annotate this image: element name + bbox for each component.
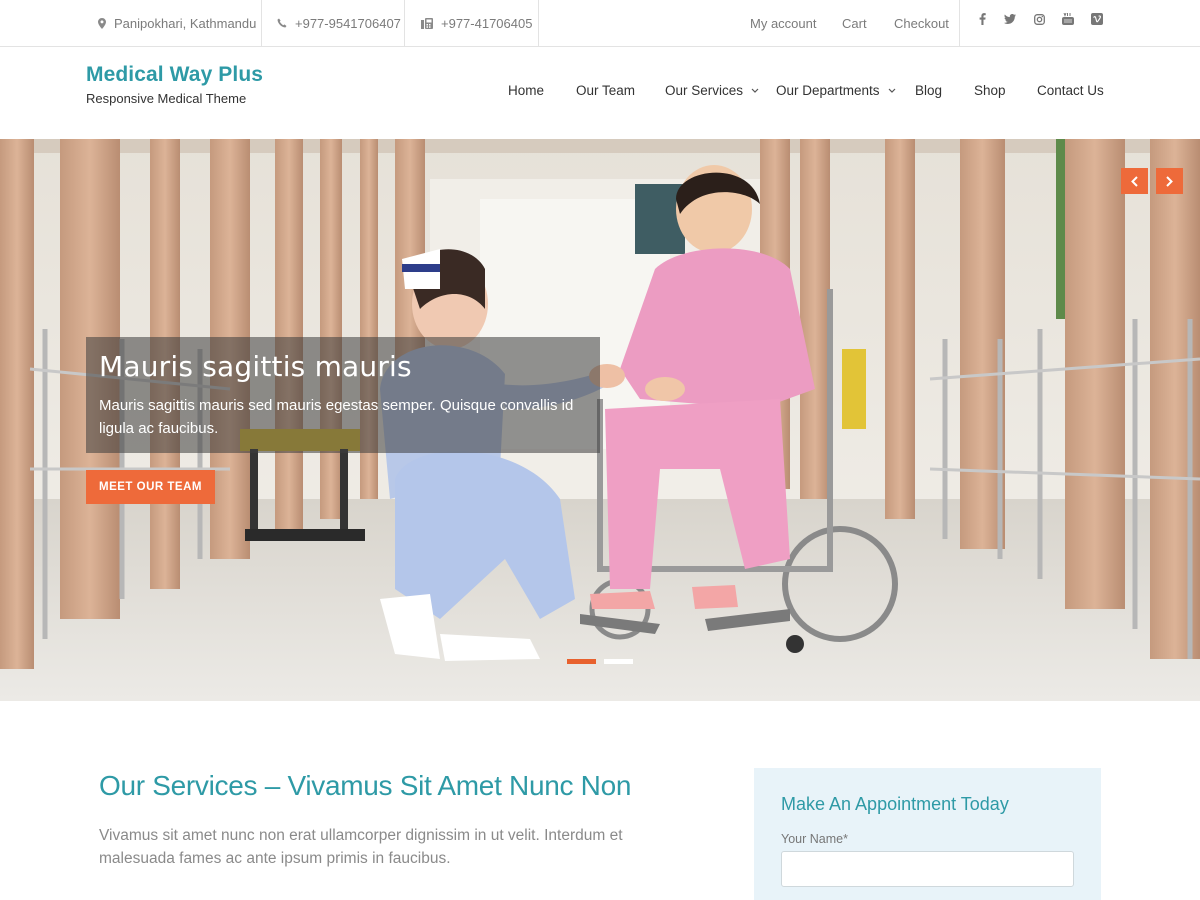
nav-label: Our Departments: [776, 83, 880, 98]
nav-label: Our Services: [665, 83, 744, 98]
facebook-icon[interactable]: [975, 12, 989, 26]
site-tagline: Responsive Medical Theme: [86, 91, 247, 106]
youtube-icon[interactable]: [1061, 12, 1075, 26]
meet-our-team-button[interactable]: MEET OUR TEAM: [86, 470, 215, 504]
slide-title: Mauris sagittis mauris: [99, 350, 412, 383]
phone-text: +977-9541706407: [295, 15, 401, 31]
cart-link[interactable]: Cart: [842, 0, 867, 46]
slide-text: Mauris sagittis mauris sed mauris egesta…: [99, 397, 574, 437]
divider: [404, 0, 405, 46]
slider-next-button[interactable]: [1156, 168, 1183, 194]
chevron-down-icon: [888, 88, 895, 93]
fax-icon: [421, 17, 433, 29]
nav-contact-us[interactable]: Contact Us: [1037, 83, 1104, 98]
slide-caption: Mauris sagittis mauris Mauris sagittis m…: [86, 337, 600, 453]
instagram-icon[interactable]: [1032, 12, 1046, 26]
twitter-icon[interactable]: [1003, 12, 1017, 26]
fax-text: +977-41706405: [441, 15, 533, 31]
site-header: Medical Way Plus Responsive Medical Them…: [0, 47, 1200, 139]
chevron-down-icon: [751, 88, 759, 93]
slider-dot-1[interactable]: [567, 659, 596, 664]
nav-our-departments[interactable]: Our Departments: [776, 83, 896, 98]
chevron-right-icon: [1166, 175, 1173, 187]
name-input[interactable]: [781, 851, 1074, 887]
nav-shop[interactable]: Shop: [974, 83, 1006, 98]
chevron-left-icon: [1131, 175, 1138, 187]
hero-slider: Mauris sagittis mauris Mauris sagittis m…: [0, 139, 1200, 701]
address-info: Panipokhari, Kathmandu: [98, 0, 256, 46]
nav-our-team[interactable]: Our Team: [576, 83, 635, 98]
services-heading: Our Services – Vivamus Sit Amet Nunc Non: [99, 770, 632, 801]
nav-blog[interactable]: Blog: [915, 83, 942, 98]
nav-home[interactable]: Home: [508, 83, 544, 98]
appointment-heading: Make An Appointment Today: [781, 794, 1009, 814]
divider: [959, 0, 960, 46]
divider: [261, 0, 262, 46]
nav-our-services[interactable]: Our Services: [665, 83, 759, 98]
my-account-link[interactable]: My account: [750, 0, 816, 46]
checkout-link[interactable]: Checkout: [894, 0, 949, 46]
address-text: Panipokhari, Kathmandu: [114, 15, 257, 31]
top-bar: Panipokhari, Kathmandu +977-9541706407 +…: [0, 0, 1200, 47]
divider: [538, 0, 539, 46]
appointment-form: Make An Appointment Today Your Name*: [754, 768, 1101, 900]
vimeo-icon[interactable]: [1090, 12, 1104, 26]
name-label: Your Name*: [781, 832, 848, 846]
map-marker-icon: [98, 17, 106, 29]
services-description: Vivamus sit amet nunc non erat ullamcorp…: [99, 827, 623, 867]
site-title[interactable]: Medical Way Plus: [86, 63, 263, 87]
fax-info: +977-41706405: [421, 0, 532, 46]
slider-dot-2[interactable]: [604, 659, 633, 664]
phone-icon: [277, 18, 287, 28]
phone-info: +977-9541706407: [277, 0, 401, 46]
slider-prev-button[interactable]: [1121, 168, 1148, 194]
